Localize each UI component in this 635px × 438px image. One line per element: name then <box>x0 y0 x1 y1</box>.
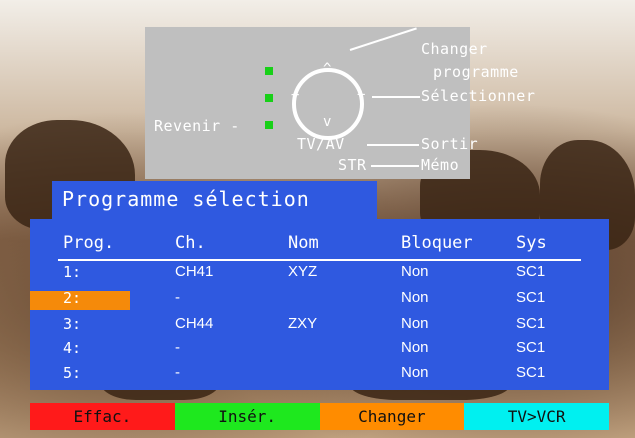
tv-vcr-button[interactable]: TV>VCR <box>464 403 609 430</box>
remote-help-panel: Revenir - ^ v − + Changer programme Séle… <box>145 27 535 179</box>
cell-nom: ZXY <box>288 315 318 332</box>
cell-prog: 4: <box>63 339 82 357</box>
column-header-nom: Nom <box>288 233 319 253</box>
cell-nom: XYZ <box>288 263 318 280</box>
color-button-bar: Effac. Insér. Changer TV>VCR <box>30 403 609 430</box>
cell-ch: - <box>175 289 180 306</box>
cell-prog: 1: <box>63 263 82 281</box>
connector-line <box>371 165 419 167</box>
connector-line <box>349 27 417 51</box>
cell-ch: - <box>175 339 180 356</box>
str-label: STR <box>338 156 367 174</box>
column-header-prog: Prog. <box>63 233 115 253</box>
column-header-bloquer: Bloquer <box>401 233 473 253</box>
programme-table: Prog. Ch. Nom Bloquer Sys 1: CH41 XYZ No… <box>30 219 609 390</box>
header-divider <box>58 259 581 261</box>
cell-sys: SC1 <box>516 339 546 356</box>
cell-ch: CH41 <box>175 263 214 280</box>
cell-sys: SC1 <box>516 289 546 306</box>
cell-bloquer: Non <box>401 289 429 306</box>
left-arrow-icon: − <box>291 87 300 103</box>
inser-button[interactable]: Insér. <box>174 403 320 430</box>
cell-sys: SC1 <box>516 364 546 381</box>
green-indicator-icon <box>265 67 273 75</box>
down-arrow-icon: v <box>323 114 332 130</box>
column-header-sys: Sys <box>516 233 547 253</box>
green-indicator-icon <box>265 94 273 102</box>
changer-button[interactable]: Changer <box>319 403 465 430</box>
cell-prog: 2: <box>63 289 82 307</box>
green-indicator-icon <box>265 121 273 129</box>
connector-line <box>372 96 420 98</box>
cell-ch: CH44 <box>175 315 214 332</box>
selectionner-label: Sélectionner <box>421 87 536 105</box>
cell-prog: 5: <box>63 364 82 382</box>
right-arrow-icon: + <box>357 87 366 103</box>
connector-line <box>367 144 419 146</box>
column-header-ch: Ch. <box>175 233 206 253</box>
sortir-label: Sortir <box>421 135 479 153</box>
effac-button[interactable]: Effac. <box>30 403 175 430</box>
cell-bloquer: Non <box>401 263 429 280</box>
memo-label: Mémo <box>421 156 460 174</box>
cell-sys: SC1 <box>516 315 546 332</box>
cell-bloquer: Non <box>401 364 429 381</box>
menu-title-box: Programme sélection <box>52 181 377 219</box>
cell-sys: SC1 <box>516 263 546 280</box>
cell-ch: - <box>175 364 180 381</box>
up-arrow-icon: ^ <box>323 61 332 77</box>
cell-prog: 3: <box>63 315 82 333</box>
cell-bloquer: Non <box>401 315 429 332</box>
revenir-label: Revenir - <box>154 117 240 135</box>
changer-programme-label-2: programme <box>433 63 519 81</box>
tvav-label: TV/AV <box>297 135 345 153</box>
cell-bloquer: Non <box>401 339 429 356</box>
changer-programme-label-1: Changer <box>421 40 488 58</box>
page-title: Programme sélection <box>62 187 310 211</box>
